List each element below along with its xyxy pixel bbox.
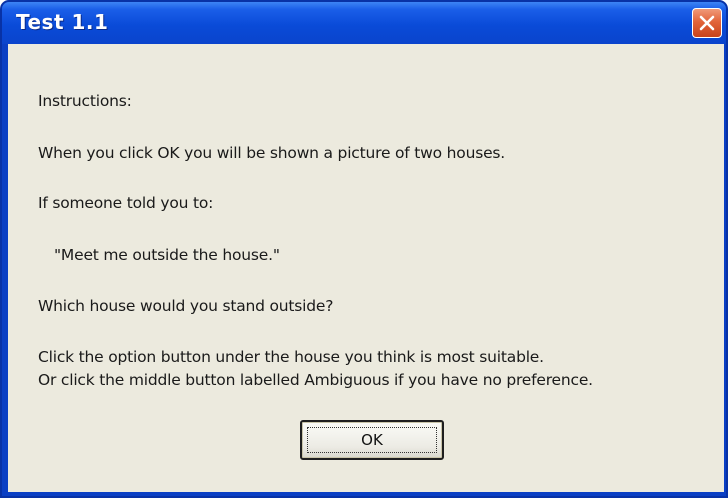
option-instruction-1: Click the option button under the house … [38, 348, 544, 366]
window-title: Test 1.1 [16, 10, 109, 34]
dialog-body: Instructions: When you click OK you will… [8, 44, 724, 492]
dialog-window: Test 1.1 Instructions: When you click OK… [0, 0, 728, 498]
close-icon [699, 15, 715, 31]
title-bar[interactable]: Test 1.1 [2, 2, 726, 44]
instructions-heading: Instructions: [38, 92, 132, 110]
ok-button[interactable]: OK [300, 420, 444, 460]
quote-text: "Meet me outside the house." [54, 246, 280, 264]
question-text: Which house would you stand outside? [38, 297, 334, 315]
option-instruction-2: Or click the middle button labelled Ambi… [38, 371, 593, 389]
ok-button-label: OK [361, 431, 383, 449]
instruction-line-1: When you click OK you will be shown a pi… [38, 144, 506, 162]
instruction-line-2: If someone told you to: [38, 194, 214, 212]
close-button[interactable] [692, 8, 722, 38]
